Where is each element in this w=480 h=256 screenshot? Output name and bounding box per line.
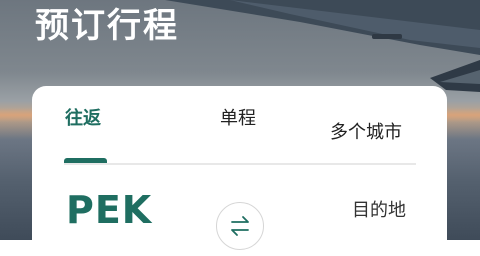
tab-multi-city[interactable]: 多个城市 [330,122,402,144]
origin-airport-code[interactable]: PEK [66,188,152,232]
booking-card: 往返 单程 多个城市 PEK 目的地 [32,86,447,256]
swap-button[interactable] [216,202,264,250]
tab-round-trip[interactable]: 往返 [65,108,101,130]
destination-field[interactable]: 目的地 [352,200,406,222]
tabs-divider [64,163,416,165]
swap-arrows-icon [231,216,249,236]
page-title: 预订行程 [35,6,179,46]
tab-one-way[interactable]: 单程 [220,108,256,130]
